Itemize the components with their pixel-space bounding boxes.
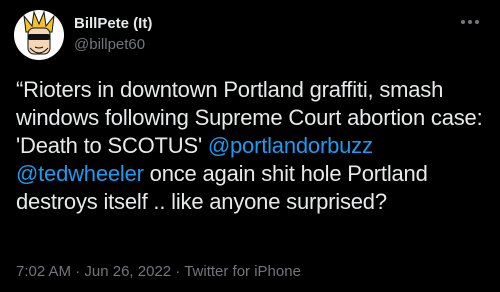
mention-portlandorbuzz[interactable]: @portlandorbuzz: [208, 133, 373, 158]
author-block: BillPete (It) @billpet60: [74, 14, 152, 55]
more-horizontal-icon: [461, 20, 479, 24]
tweet-text: “Rioters in downtown Portland graffiti, …: [16, 76, 488, 216]
more-options-button[interactable]: [458, 12, 482, 32]
cartoon-character-avatar-icon: [23, 10, 55, 55]
tweet-date[interactable]: Jun 26, 2022: [84, 263, 171, 280]
mention-tedwheeler[interactable]: @tedwheeler: [16, 161, 144, 186]
tweet-meta: 7:02 AM · Jun 26, 2022 · Twitter for iPh…: [16, 262, 301, 282]
tweet-source[interactable]: Twitter for iPhone: [184, 263, 301, 280]
meta-separator: ·: [171, 263, 185, 280]
meta-separator: ·: [71, 263, 85, 280]
avatar[interactable]: [14, 10, 64, 60]
tweet-card: BillPete (It) @billpet60 “Rioters in dow…: [0, 0, 500, 292]
display-name[interactable]: BillPete (It): [74, 14, 152, 34]
tweet-time[interactable]: 7:02 AM: [16, 263, 71, 280]
user-handle[interactable]: @billpet60: [74, 35, 152, 55]
